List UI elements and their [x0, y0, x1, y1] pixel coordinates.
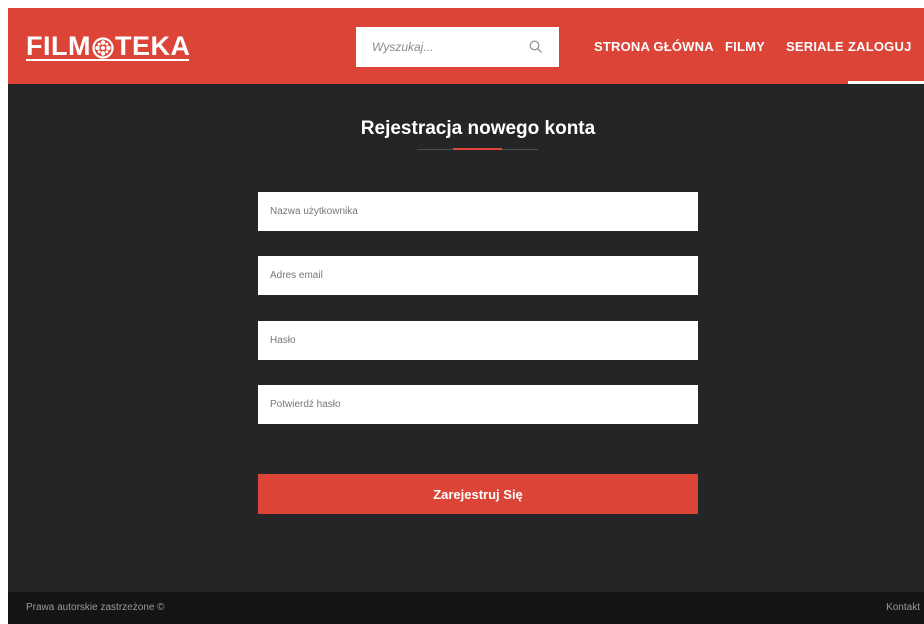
copyright-text: Prawa autorskie zastrzeżone © — [26, 602, 165, 613]
nav-series-link[interactable]: SERIALE — [786, 8, 844, 84]
film-reel-icon — [92, 35, 114, 59]
search-icon[interactable] — [528, 39, 544, 55]
contact-link[interactable]: Kontakt — [886, 602, 920, 613]
search-input[interactable] — [356, 27, 516, 67]
register-button[interactable]: Zarejestruj Się — [258, 474, 698, 514]
header: FILM TEKA Wyszukaj... STRONA GŁÓWNA FILM… — [8, 8, 924, 84]
logo[interactable]: FILM TEKA — [26, 31, 190, 61]
footer: Prawa autorskie zastrzeżone © Kontakt — [8, 592, 924, 624]
username-field[interactable] — [258, 192, 698, 231]
logo-text-right: TEKA — [114, 30, 191, 61]
title-divider-accent — [453, 148, 502, 150]
confirm-password-field[interactable] — [258, 385, 698, 424]
logo-underline — [26, 59, 189, 61]
logo-text-left: FILM — [26, 30, 91, 61]
nav-active-indicator — [848, 81, 924, 84]
email-field[interactable] — [258, 256, 698, 295]
nav-login-link[interactable]: ZALOGUJ — [848, 8, 924, 84]
nav-home-link[interactable]: STRONA GŁÓWNA — [594, 8, 714, 84]
search-box — [356, 27, 559, 67]
page-title: Rejestracja nowego konta — [360, 118, 596, 139]
page: FILM TEKA Wyszukaj... STRONA GŁÓWNA FILM… — [8, 8, 924, 624]
password-field[interactable] — [258, 321, 698, 360]
nav-films-link[interactable]: FILMY — [725, 8, 765, 84]
